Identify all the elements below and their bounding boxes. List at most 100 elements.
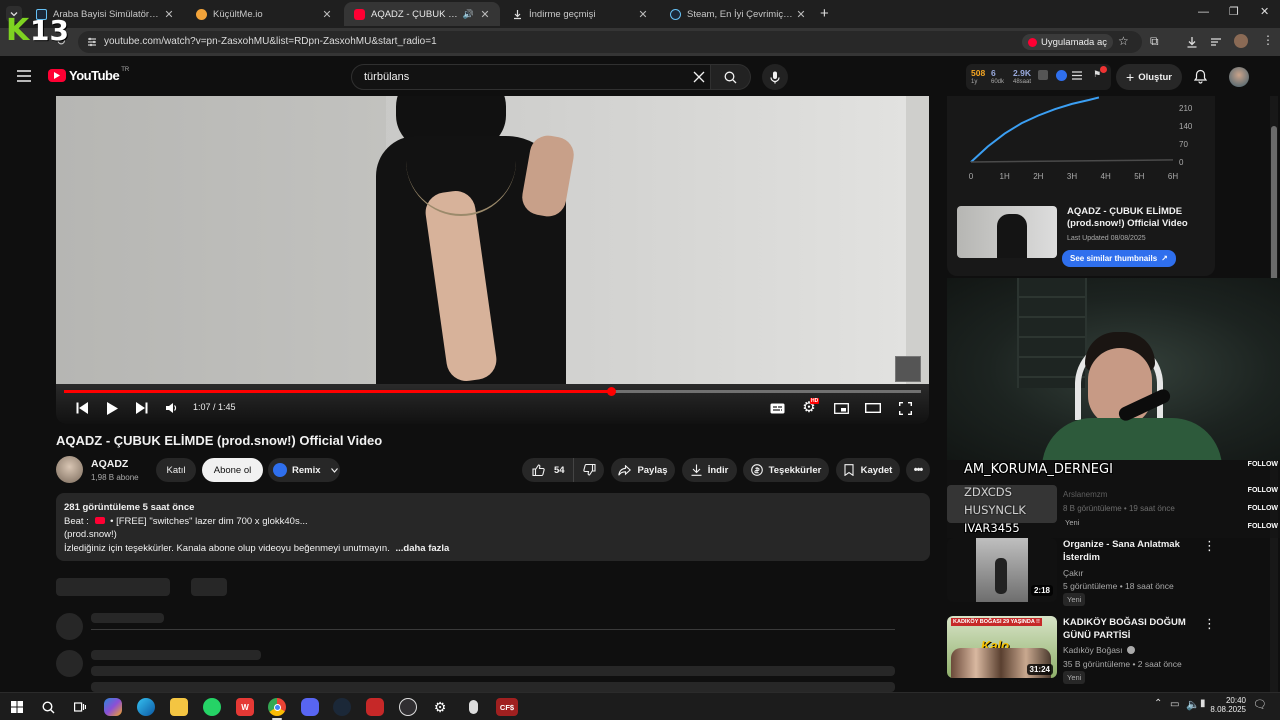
account-avatar[interactable] bbox=[1229, 67, 1249, 87]
reading-list-icon[interactable] bbox=[1210, 36, 1222, 48]
open-in-app-button[interactable]: Uygulamada aç bbox=[1022, 34, 1114, 50]
thumbnail-figure bbox=[995, 558, 1007, 594]
rec-thumbnail-partial[interactable] bbox=[947, 485, 1057, 523]
close-icon[interactable]: ✕ bbox=[636, 8, 650, 21]
omnibox[interactable]: youtube.com/watch?v=pn-ZasxohMU&list=RDp… bbox=[78, 31, 1142, 53]
rec-menu-kebab-icon[interactable]: ⋮ bbox=[1203, 538, 1216, 554]
settings-button[interactable]: ⚙ HD bbox=[799, 398, 820, 416]
mouse-icon[interactable] bbox=[464, 698, 482, 716]
site-info-icon[interactable] bbox=[86, 36, 98, 48]
search-icon[interactable] bbox=[39, 698, 57, 716]
tab-youtube-active[interactable]: AQADZ - ÇUBUK ELİMDE (p 🔊 ✕ bbox=[344, 2, 500, 26]
dislike-button[interactable] bbox=[574, 458, 604, 482]
close-icon[interactable]: ✕ bbox=[478, 8, 492, 21]
downloads-icon[interactable] bbox=[1186, 36, 1198, 48]
app-red-icon[interactable] bbox=[366, 698, 384, 716]
voice-search-button[interactable] bbox=[762, 64, 788, 90]
video-frame[interactable] bbox=[56, 96, 929, 384]
whatsapp-icon[interactable] bbox=[203, 698, 221, 716]
tray-chevron-up-icon[interactable]: ⌃ bbox=[1154, 698, 1162, 709]
more-actions-button[interactable]: ••• bbox=[906, 458, 930, 482]
progress-bar[interactable] bbox=[64, 387, 921, 396]
tab-steam[interactable]: Steam, En İyi Çevrimiçi Oyun Pl ✕ bbox=[660, 2, 816, 26]
network-icon[interactable]: ▭ bbox=[1170, 699, 1179, 710]
restore-button[interactable]: ❐ bbox=[1229, 5, 1239, 18]
list-icon[interactable] bbox=[1072, 71, 1082, 80]
chrome-icon[interactable] bbox=[268, 698, 286, 716]
play-button[interactable] bbox=[102, 400, 122, 416]
hamburger-menu-icon[interactable] bbox=[17, 70, 31, 82]
subscribe-button[interactable]: Abone ol bbox=[202, 458, 263, 482]
save-button[interactable]: Kaydet bbox=[836, 458, 900, 482]
progress-scrubber[interactable] bbox=[606, 387, 616, 396]
subtitles-button[interactable] bbox=[767, 400, 787, 416]
star-icon[interactable]: ☆ bbox=[1118, 34, 1129, 48]
steam-icon[interactable] bbox=[333, 698, 351, 716]
copilot-icon[interactable] bbox=[104, 698, 122, 716]
cfs-icon[interactable]: CF$ bbox=[496, 698, 518, 716]
new-tab-button[interactable]: + bbox=[820, 5, 829, 22]
vidiq-video-thumbnail[interactable] bbox=[957, 206, 1057, 258]
thanks-button[interactable]: Teşekkürler bbox=[743, 458, 829, 482]
clock-time: 20:40 bbox=[1225, 696, 1246, 705]
beat-link[interactable]: • [FREE] "switches" lazer dim 700 x glok… bbox=[110, 516, 308, 527]
edge-icon[interactable] bbox=[137, 698, 155, 716]
obs-icon[interactable] bbox=[399, 698, 417, 716]
rec-thumbnail[interactable]: 2:18 bbox=[947, 538, 1057, 602]
notification-center-icon[interactable]: 🗨 bbox=[1253, 698, 1267, 711]
vidiq-logo-icon[interactable] bbox=[1056, 70, 1067, 81]
miniplayer-button[interactable] bbox=[831, 400, 851, 416]
vidiq-chart-icon[interactable] bbox=[1038, 70, 1048, 80]
volume-tray-icon[interactable]: 🔈 bbox=[1186, 698, 1200, 711]
vidiq-video-title: AQADZ - ÇUBUK ELİMDE (prod.snow!) Offici… bbox=[1067, 206, 1188, 229]
clock[interactable]: 20:40 8.08.2025 bbox=[1206, 696, 1246, 714]
download-button[interactable]: İndir bbox=[682, 458, 737, 482]
search-input[interactable]: türbülans bbox=[351, 64, 711, 90]
close-icon[interactable]: ✕ bbox=[794, 8, 808, 21]
tab-indirme-gecmisi[interactable]: İndirme geçmişi ✕ bbox=[502, 2, 658, 26]
taskview-icon[interactable] bbox=[71, 698, 89, 716]
channel-name[interactable]: AQADZ bbox=[91, 458, 128, 470]
extensions-icon[interactable]: ⧉ bbox=[1150, 34, 1159, 49]
speaker-icon[interactable]: 🔊 bbox=[463, 9, 474, 20]
video-player[interactable]: 1:07 / 1:45 ⚙ HD bbox=[56, 96, 929, 424]
wps-icon[interactable]: W bbox=[236, 698, 254, 716]
explorer-icon[interactable] bbox=[170, 698, 188, 716]
like-button[interactable]: 54 bbox=[522, 458, 574, 482]
recommendation-item[interactable]: 2:18 Organize - Sana Anlatmak İsterdim Ç… bbox=[947, 538, 1267, 606]
tab-kucultme[interactable]: KüçültMe.io ✕ bbox=[186, 2, 342, 26]
start-icon[interactable] bbox=[8, 698, 26, 716]
rec-menu-kebab-icon[interactable]: ⋮ bbox=[1203, 616, 1216, 632]
rec-channel: Çakır bbox=[1063, 568, 1084, 578]
minimize-button[interactable]: — bbox=[1198, 6, 1209, 18]
fullscreen-button[interactable] bbox=[895, 400, 915, 416]
window-close-button[interactable]: ✕ bbox=[1260, 5, 1269, 18]
close-icon[interactable]: ✕ bbox=[162, 8, 176, 21]
see-similar-thumbnails-button[interactable]: See similar thumbnails ↗ bbox=[1062, 250, 1176, 267]
settings-icon[interactable]: ⚙ bbox=[431, 698, 449, 716]
close-icon[interactable]: ✕ bbox=[320, 8, 334, 21]
youtube-logo[interactable]: YouTube TR bbox=[48, 67, 129, 83]
create-button[interactable]: + Oluştur bbox=[1116, 64, 1182, 90]
battery-icon[interactable]: ▮ bbox=[1200, 698, 1206, 709]
profile-avatar[interactable] bbox=[1234, 34, 1248, 48]
search-button[interactable] bbox=[711, 64, 751, 90]
theater-mode-button[interactable] bbox=[863, 400, 883, 416]
volume-button[interactable] bbox=[162, 400, 182, 416]
share-button[interactable]: Paylaş bbox=[611, 458, 675, 482]
next-button[interactable] bbox=[132, 400, 152, 416]
discord-icon[interactable] bbox=[301, 698, 319, 716]
notifications-bell-icon[interactable] bbox=[1194, 69, 1207, 84]
clear-search-icon[interactable] bbox=[693, 71, 705, 83]
vidiq-stats-widget[interactable]: 508 1y 6 60dk 2.9K 48saat ⚑ bbox=[966, 64, 1111, 90]
recommendation-item[interactable]: KADIKÖY BOĞASI 29 YAŞINDA !! Kalo 31:24 … bbox=[947, 616, 1267, 684]
vidiq-remix-button[interactable]: Remix bbox=[268, 458, 340, 482]
menu-kebab-icon[interactable]: ⋮ bbox=[1262, 33, 1274, 47]
show-more-link[interactable]: ...daha fazla bbox=[395, 543, 449, 554]
join-button[interactable]: Katıl bbox=[156, 458, 196, 482]
description-box[interactable]: 281 görüntüleme 5 saat önce Beat : • [FR… bbox=[56, 493, 930, 561]
description-line-3: İzlediğiniz için teşekkürler. Kanala abo… bbox=[64, 542, 922, 556]
previous-button[interactable] bbox=[72, 400, 92, 416]
channel-avatar[interactable] bbox=[56, 456, 83, 483]
rec-thumbnail[interactable]: KADIKÖY BOĞASI 29 YAŞINDA !! Kalo 31:24 bbox=[947, 616, 1057, 678]
